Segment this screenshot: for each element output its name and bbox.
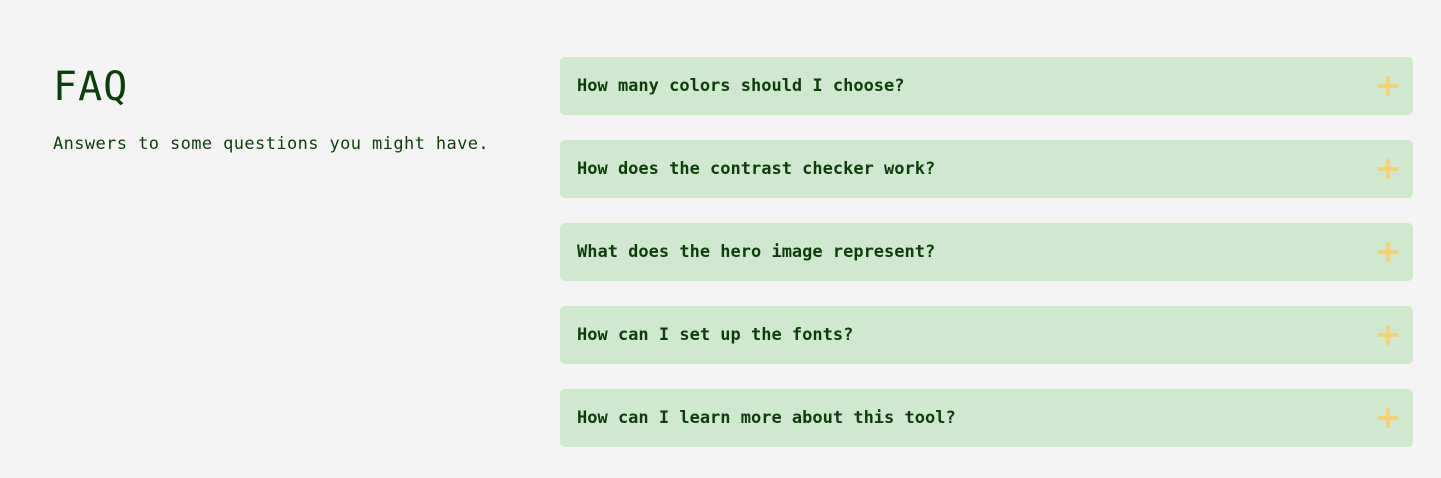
faq-item-fonts[interactable]: How can I set up the fonts? bbox=[560, 306, 1413, 364]
plus-icon[interactable] bbox=[1377, 241, 1399, 263]
faq-item-learn-more[interactable]: How can I learn more about this tool? bbox=[560, 389, 1413, 447]
plus-icon[interactable] bbox=[1377, 324, 1399, 346]
faq-item-colors[interactable]: How many colors should I choose? bbox=[560, 57, 1413, 115]
faq-question: What does the hero image represent? bbox=[577, 242, 936, 262]
page-subtitle: Answers to some questions you might have… bbox=[53, 134, 490, 154]
faq-question: How can I learn more about this tool? bbox=[577, 408, 956, 428]
page-title: FAQ bbox=[53, 64, 129, 110]
plus-icon[interactable] bbox=[1377, 407, 1399, 429]
plus-icon[interactable] bbox=[1377, 158, 1399, 180]
faq-item-contrast-checker[interactable]: How does the contrast checker work? bbox=[560, 140, 1413, 198]
faq-question: How does the contrast checker work? bbox=[577, 159, 936, 179]
faq-intro: FAQ Answers to some questions you might … bbox=[53, 58, 523, 156]
faq-question: How can I set up the fonts? bbox=[577, 325, 854, 345]
plus-icon[interactable] bbox=[1377, 75, 1399, 97]
faq-list: How many colors should I choose? How doe… bbox=[560, 57, 1413, 447]
faq-item-hero-image[interactable]: What does the hero image represent? bbox=[560, 223, 1413, 281]
faq-question: How many colors should I choose? bbox=[577, 76, 905, 96]
